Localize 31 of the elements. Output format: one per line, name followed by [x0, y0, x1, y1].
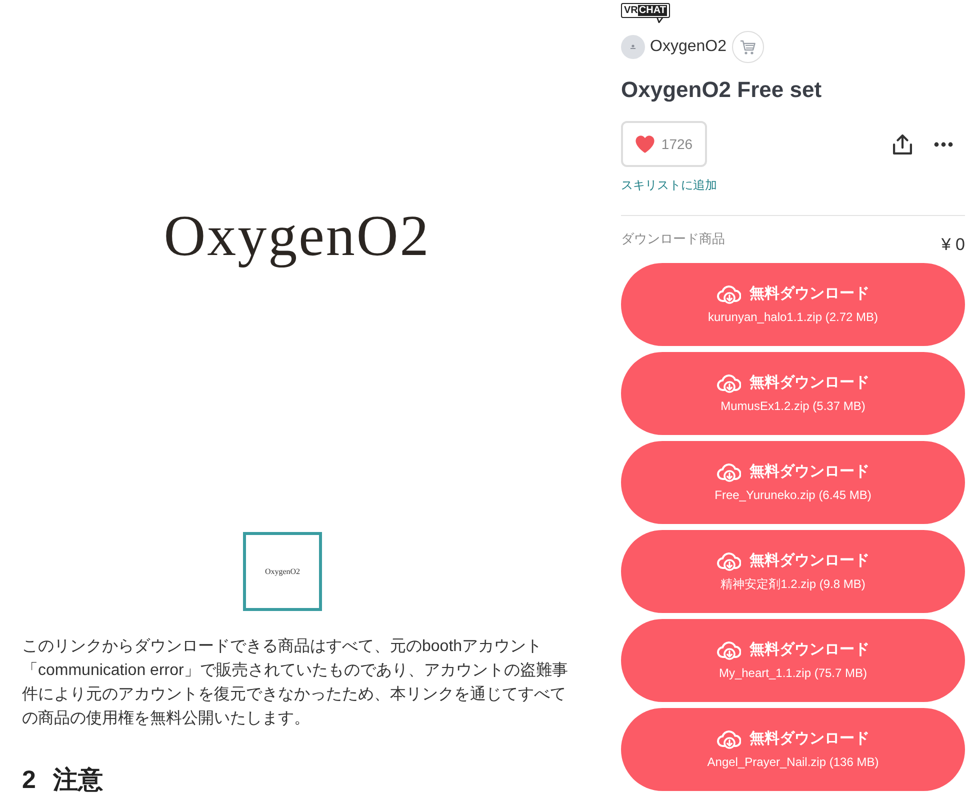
shop-name-link[interactable]: OxygenO2 [650, 38, 726, 56]
price-text: ¥ 0 [941, 235, 965, 254]
section-number: 2 [22, 766, 36, 794]
add-to-wishlist-link[interactable]: スキリストに追加 [621, 178, 717, 192]
cart-button[interactable] [732, 31, 764, 63]
cloud-download-icon [716, 729, 740, 749]
cloud-download-icon [716, 462, 740, 482]
like-button[interactable]: 1726 [621, 121, 707, 167]
more-button[interactable] [934, 142, 953, 146]
free-download-button[interactable]: 無料ダウンロード kurunyan_halo1.1.zip (2.72 MB) [621, 263, 965, 346]
cloud-download-icon [716, 551, 740, 571]
product-logo-text: OxygenO2 [164, 203, 430, 269]
free-download-button[interactable]: 無料ダウンロード 精神安定剤1.2.zip (9.8 MB) [621, 530, 965, 613]
product-title: OxygenO2 Free set [621, 77, 823, 103]
downloads-label: ダウンロード商品 [621, 231, 725, 246]
more-icon [934, 142, 953, 146]
heart-icon [635, 135, 656, 153]
avatar-icon [621, 35, 645, 59]
free-download-button[interactable]: 無料ダウンロード Angel_Prayer_Nail.zip (136 MB) [621, 708, 965, 791]
cloud-download-icon [716, 284, 740, 304]
share-button[interactable] [893, 134, 912, 154]
free-download-button[interactable]: 無料ダウンロード MumusEx1.2.zip (5.37 MB) [621, 352, 965, 435]
image-thumbnail[interactable]: OxygenO2 [243, 532, 322, 611]
share-icon [893, 134, 912, 154]
description-text: このリンクからダウンロードできる商品はすべて、元のboothアカウント「communication error」で販売されていたものであり、アカウントの盗難事件により元のアカウントを復元できなかったため、本リンクを通じてすべての商品の使用権を無料公開いたします。 [22, 636, 569, 729]
free-download-button[interactable]: 無料ダウンロード My_heart_1.1.zip (75.7 MB) [621, 619, 965, 702]
free-download-button[interactable]: 無料ダウンロード Free_Yuruneko.zip (6.45 MB) [621, 441, 965, 524]
section-heading: 注意 [52, 766, 103, 794]
cart-icon [740, 40, 756, 54]
cloud-download-icon [716, 373, 740, 393]
cloud-download-icon [716, 640, 740, 660]
